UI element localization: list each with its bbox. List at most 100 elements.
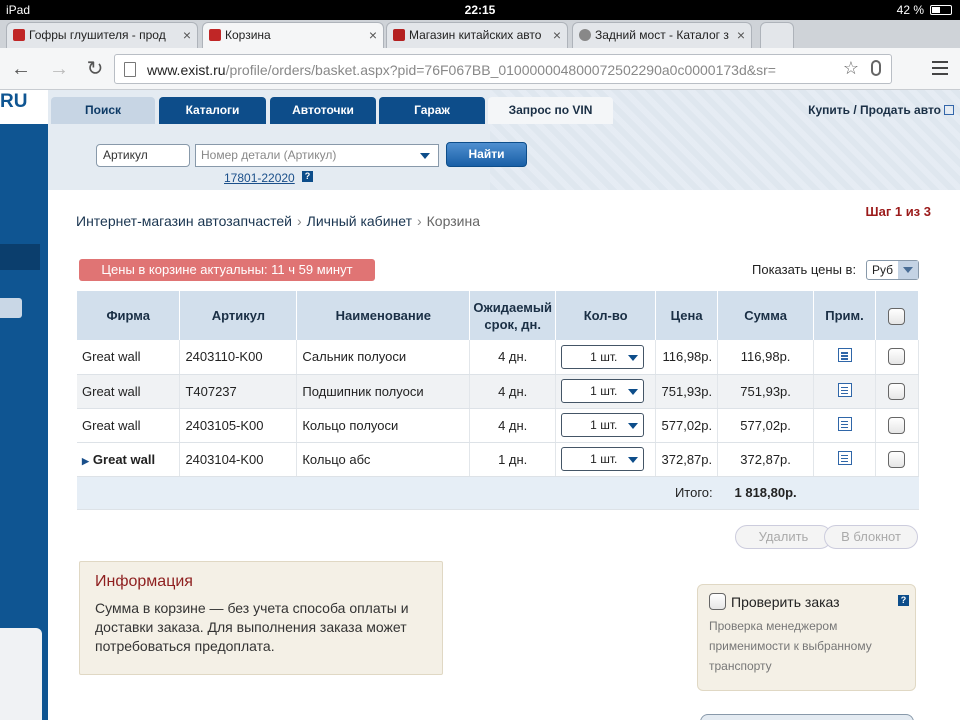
chevron-right-icon: ›: [296, 213, 302, 229]
column-header-note: Прим.: [813, 291, 876, 340]
cell-note: [813, 374, 876, 409]
currency-select[interactable]: Руб: [866, 260, 919, 280]
cell-select: [875, 374, 920, 409]
cell-name: Сальник полуоси: [296, 340, 471, 375]
edit-note-icon[interactable]: [837, 382, 852, 397]
table-row: Great wall 2403110-K00 Сальник полуоси 4…: [77, 340, 920, 375]
qty-unit: шт.: [600, 384, 618, 398]
cell-days: 1 дн.: [469, 442, 557, 477]
example-article-link[interactable]: 17801-22020: [224, 171, 295, 185]
cell-days: 4 дн.: [469, 408, 557, 443]
find-button[interactable]: Найти: [446, 142, 527, 167]
cell-note: [813, 340, 876, 375]
battery-icon: [930, 5, 952, 15]
tab-title: Гофры глушителя - прод: [29, 28, 166, 42]
cell-sum: 751,93р.: [717, 374, 815, 409]
bookmark-star-icon[interactable]: ☆: [843, 58, 859, 79]
column-header-days: Ожидаемый срок, дн.: [469, 291, 557, 340]
battery-percent: 42 %: [896, 3, 924, 17]
info-title: Информация: [95, 573, 193, 590]
menu-icon[interactable]: [932, 61, 948, 75]
quantity-select[interactable]: 1 шт.: [561, 413, 645, 437]
favicon-icon: [579, 29, 591, 41]
browser-tab-1[interactable]: Гофры глушителя - прод ×: [6, 22, 198, 48]
breadcrumb: Интернет-магазин автозапчастей › Личный ка…: [76, 213, 480, 229]
select-all-checkbox[interactable]: [888, 307, 906, 325]
quantity-select[interactable]: 1 шт.: [561, 344, 645, 369]
cell-qty: 1 шт.: [555, 340, 657, 375]
forward-arrow-icon[interactable]: →: [46, 56, 72, 82]
tab-search[interactable]: Поиск: [51, 97, 155, 124]
close-icon[interactable]: ×: [737, 23, 745, 47]
browser-tab-4[interactable]: Задний мост - Каталог з ×: [572, 22, 752, 48]
chevron-down-icon[interactable]: [420, 153, 430, 159]
close-icon[interactable]: ×: [369, 23, 377, 47]
browser-tab-2[interactable]: Корзина ×: [202, 22, 384, 48]
cell-select: [875, 340, 920, 375]
row-checkbox[interactable]: [888, 382, 906, 400]
clock: 22:15: [464, 3, 496, 17]
url-domain: www.exist.ru: [147, 62, 226, 78]
check-order-label[interactable]: Проверить заказ: [731, 594, 840, 610]
help-icon[interactable]: ?: [302, 171, 313, 182]
reload-icon[interactable]: ↻: [82, 56, 108, 82]
part-number-input[interactable]: Номер детали (Артикул): [195, 144, 439, 167]
breadcrumb-current: Корзина: [426, 213, 480, 229]
external-link-icon: [944, 105, 954, 115]
tab-autopoints[interactable]: Автоточки: [270, 97, 376, 124]
cell-firm: Great wall: [77, 408, 181, 443]
close-icon[interactable]: ×: [183, 23, 191, 47]
qty-unit: шт.: [600, 349, 618, 364]
cell-note: [813, 442, 876, 477]
buy-sell-link[interactable]: Купить / Продать авто: [808, 103, 954, 117]
buy-sell-label: Купить / Продать авто: [808, 103, 941, 117]
current-row-icon: ▶: [82, 455, 89, 466]
new-tab-button[interactable]: [760, 22, 794, 48]
to-notepad-button[interactable]: В блокнот: [824, 525, 918, 549]
favicon-icon: [393, 29, 405, 41]
cell-name: Кольцо абс: [296, 442, 471, 477]
qty-value: 1: [590, 452, 597, 466]
quantity-select[interactable]: 1 шт.: [561, 379, 645, 403]
edit-note-icon[interactable]: [837, 450, 852, 465]
table-row: ▶ Great wall 2403104-K00 Кольцо абс 1 дн.…: [77, 442, 920, 477]
sidebar-item[interactable]: [0, 298, 22, 318]
cell-select: [875, 442, 920, 477]
row-checkbox[interactable]: [888, 348, 906, 366]
row-checkbox[interactable]: [888, 450, 906, 468]
row-checkbox[interactable]: [888, 416, 906, 434]
edit-note-icon[interactable]: [837, 348, 852, 363]
total-row: Итого: 1 818,80р.: [77, 476, 919, 510]
back-arrow-icon[interactable]: ←: [8, 56, 34, 82]
qty-unit: шт.: [600, 452, 618, 466]
search-type-select[interactable]: Артикул: [96, 144, 190, 167]
breadcrumb-shop[interactable]: Интернет-магазин автозапчастей: [76, 213, 292, 229]
sidebar-item-active[interactable]: [0, 244, 40, 270]
total-value: 1 818,80р.: [717, 476, 814, 510]
help-icon[interactable]: ?: [898, 595, 909, 606]
cell-sum: 577,02р.: [717, 408, 815, 443]
cell-article: 2403105-K00: [179, 408, 298, 443]
check-order-checkbox[interactable]: [709, 593, 726, 610]
column-header-firm: Фирма: [77, 291, 181, 340]
info-text: Сумма в корзине — без учета способа опла…: [95, 600, 409, 654]
chevron-down-icon: [628, 423, 639, 429]
tab-title: Корзина: [225, 28, 271, 42]
info-panel: Информация Сумма в корзине — без учета с…: [79, 561, 443, 675]
tab-vin-request[interactable]: Запрос по VIN: [488, 97, 613, 124]
address-bar[interactable]: www.exist.ru/profile/orders/basket.aspx?…: [114, 54, 892, 84]
next-step-button[interactable]: [700, 714, 914, 720]
tab-catalogs[interactable]: Каталоги: [159, 97, 266, 124]
site-logo[interactable]: RU: [0, 90, 48, 124]
chevron-right-icon: ›: [416, 213, 422, 229]
breadcrumb-account[interactable]: Личный кабинет: [307, 213, 412, 229]
browser-tab-3[interactable]: Магазин китайских авто ×: [386, 22, 568, 48]
search-panel: Артикул Номер детали (Артикул) Найти 178…: [48, 124, 912, 190]
quantity-select[interactable]: 1 шт.: [561, 447, 645, 471]
delete-button[interactable]: Удалить: [735, 525, 832, 549]
tab-garage[interactable]: Гараж: [379, 97, 485, 124]
close-icon[interactable]: ×: [553, 23, 561, 47]
total-label: Итого:: [655, 476, 718, 510]
edit-note-icon[interactable]: [837, 416, 852, 431]
microphone-icon[interactable]: [871, 60, 881, 76]
